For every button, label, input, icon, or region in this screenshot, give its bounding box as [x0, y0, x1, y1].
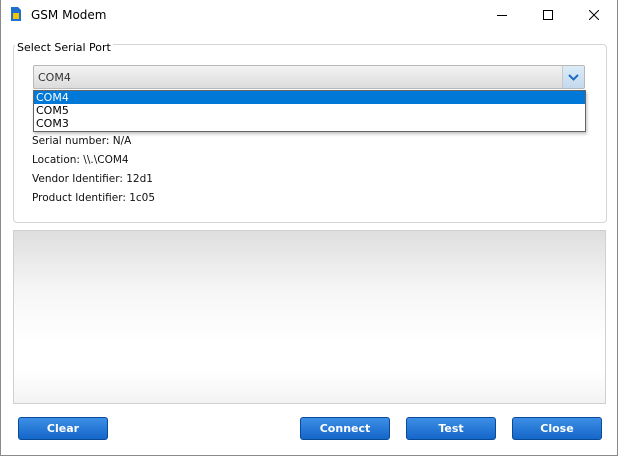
- maximize-icon: [543, 10, 553, 20]
- title-bar[interactable]: GSM Modem: [1, 0, 617, 30]
- sim-card-icon: [11, 7, 21, 21]
- clear-button[interactable]: Clear: [18, 417, 108, 440]
- location-label: Location: \\.\COM4: [32, 154, 129, 166]
- port-option[interactable]: COM3: [34, 117, 585, 130]
- chevron-down-icon: [568, 73, 579, 81]
- port-dropdown-list: COM4 COM5 COM3: [33, 90, 586, 132]
- close-button[interactable]: Close: [512, 417, 602, 440]
- test-button[interactable]: Test: [406, 417, 496, 440]
- connect-button[interactable]: Connect: [300, 417, 390, 440]
- dropdown-toggle[interactable]: [562, 66, 584, 88]
- port-select-value: COM4: [38, 71, 71, 84]
- port-select[interactable]: COM4: [33, 65, 585, 89]
- serial-number-label: Serial number: N/A: [32, 135, 132, 147]
- maximize-button[interactable]: [525, 0, 571, 30]
- minimize-icon: [497, 15, 507, 16]
- window-close-button[interactable]: [571, 0, 617, 30]
- close-icon: [589, 10, 599, 20]
- log-panel[interactable]: [13, 230, 606, 404]
- port-option[interactable]: COM5: [34, 104, 585, 117]
- group-legend: Select Serial Port: [15, 41, 113, 54]
- vendor-identifier-label: Vendor Identifier: 12d1: [32, 173, 153, 185]
- port-option[interactable]: COM4: [34, 91, 585, 104]
- app-window: GSM Modem Select Serial Port COM4 COM4 C…: [0, 0, 618, 456]
- minimize-button[interactable]: [479, 0, 525, 30]
- window-title: GSM Modem: [31, 8, 107, 22]
- product-identifier-label: Product Identifier: 1c05: [32, 192, 156, 204]
